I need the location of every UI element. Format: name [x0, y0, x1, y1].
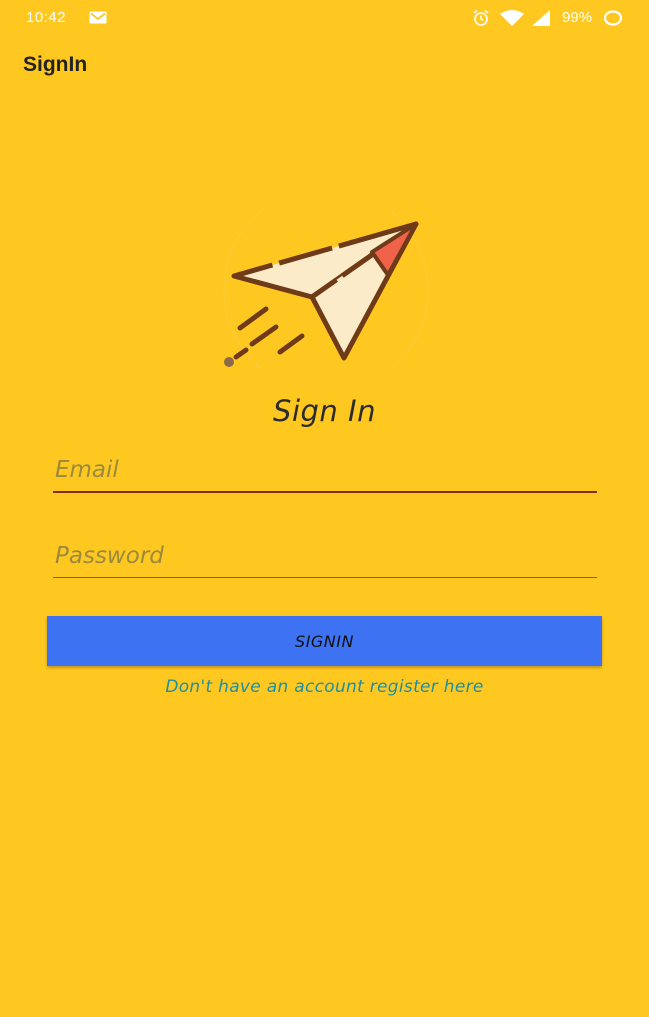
status-bar: 10:42 99%	[0, 0, 649, 36]
battery-percent: 99%	[562, 9, 593, 26]
email-field[interactable]	[53, 449, 597, 493]
paper-plane-icon	[223, 210, 429, 370]
battery-icon	[603, 10, 623, 26]
app-bar-title: SignIn	[23, 53, 88, 76]
register-link[interactable]: Don't have an account register here	[0, 677, 649, 697]
signin-heading: Sign In	[273, 394, 376, 428]
signin-screen: 10:42 99% SignIn Sign In Email SIGNIN Do…	[0, 0, 649, 1017]
signal-icon	[532, 10, 550, 26]
status-time: 10:42	[26, 9, 67, 26]
wifi-icon	[500, 10, 524, 26]
mail-icon	[89, 11, 107, 24]
signin-button[interactable]: SIGNIN	[47, 616, 602, 666]
alarm-icon	[473, 9, 489, 26]
password-field[interactable]	[53, 534, 597, 578]
